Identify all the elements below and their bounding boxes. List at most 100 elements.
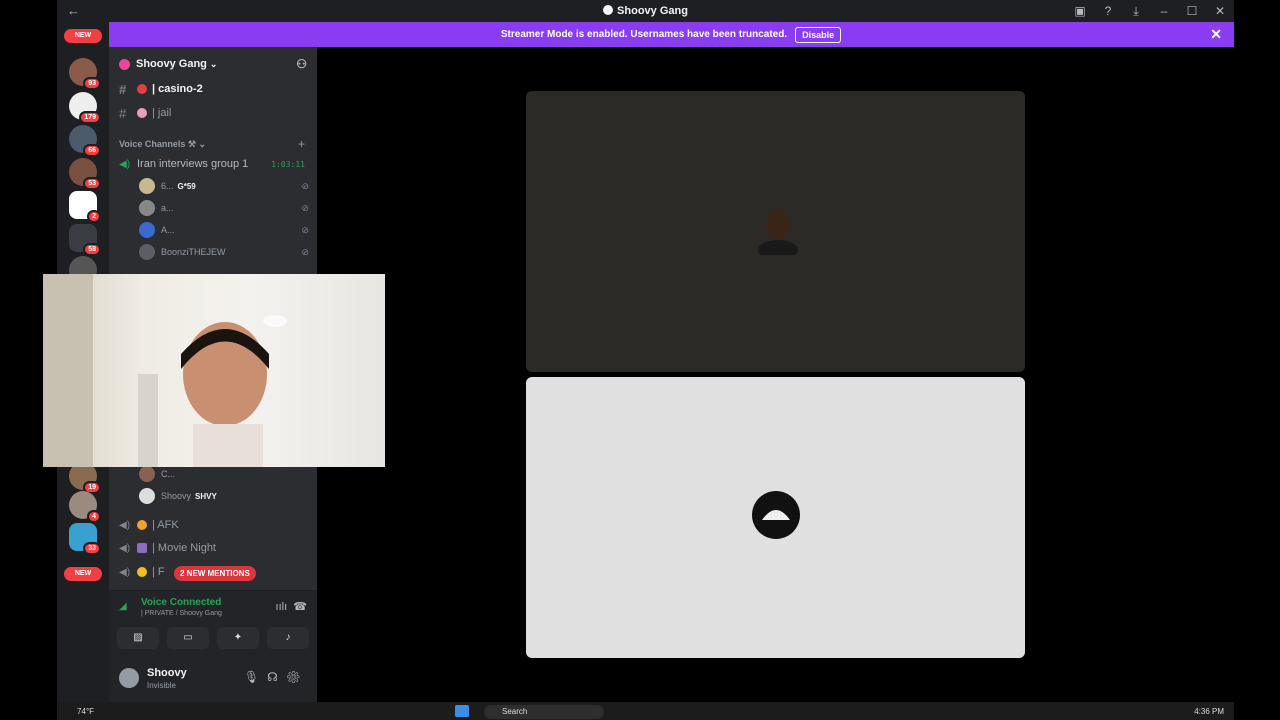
- hash-icon: #: [119, 81, 127, 97]
- noise-suppression-icon[interactable]: ıılı: [276, 601, 288, 613]
- taskbar-clock[interactable]: 4:36 PM: [1194, 707, 1224, 716]
- title-bar: ← Shoovy Gang ▣ ? ⤓ – ☐ ✕: [57, 0, 1234, 22]
- close-window-button[interactable]: ✕: [1206, 4, 1234, 18]
- avatar: [139, 244, 155, 260]
- minimize-button[interactable]: –: [1150, 4, 1178, 18]
- new-mentions-pill[interactable]: 2 NEW MENTIONS: [174, 566, 256, 581]
- voice-connected-label[interactable]: Voice Connected: [141, 597, 221, 608]
- mic-muted-icon: ⊘: [301, 224, 309, 235]
- gear-icon[interactable]: ⚙: [286, 670, 309, 684]
- mention-badge: 53: [83, 177, 101, 190]
- user-name: a...: [161, 203, 174, 213]
- voice-user[interactable]: a... ⊘: [139, 199, 309, 217]
- channel-emoji-icon: [137, 520, 147, 530]
- mention-badge: 66: [83, 144, 101, 157]
- invite-people-icon[interactable]: ⚇: [296, 57, 307, 71]
- screen-share-icon[interactable]: ▣: [1066, 4, 1094, 18]
- window-title-text: Shoovy Gang: [617, 5, 688, 17]
- taskbar-search[interactable]: Search: [484, 705, 604, 719]
- mention-badge: 2: [87, 210, 101, 223]
- channel-emoji-icon: [137, 543, 147, 553]
- avatar[interactable]: [119, 668, 139, 688]
- voice-channel-movie-night[interactable]: ◀) | Movie Night: [119, 538, 309, 558]
- mention-badge: 58: [83, 243, 101, 256]
- new-unread-pill[interactable]: NEW: [64, 29, 102, 43]
- user-panel-name[interactable]: Shoovy: [147, 667, 187, 679]
- channel-jail[interactable]: # | jail: [119, 103, 309, 123]
- user-name: C...: [161, 469, 176, 479]
- voice-channel-label: | Movie Night: [152, 542, 216, 554]
- avatar: [139, 222, 155, 238]
- bell-icon: [137, 567, 147, 577]
- streamer-mode-banner: Streamer Mode is enabled. Usernames have…: [108, 22, 1234, 47]
- voice-header-label: Voice Channels: [119, 139, 186, 149]
- server-icon-5[interactable]: 2: [69, 191, 101, 223]
- avatar: [139, 466, 155, 482]
- channel-label: | jail: [152, 107, 172, 119]
- server-icon-10[interactable]: 33: [69, 523, 101, 555]
- server-icon: [603, 5, 614, 15]
- voice-channels-header[interactable]: Voice Channels ⚒ ⌄: [119, 139, 206, 150]
- user-name: 6...: [161, 181, 174, 191]
- server-icon-3[interactable]: 66: [69, 125, 101, 157]
- chevron-down-icon: ⌄: [198, 139, 207, 149]
- maximize-button[interactable]: ☐: [1178, 4, 1206, 18]
- hash-icon: #: [119, 105, 127, 121]
- avatar: [139, 178, 155, 194]
- soundboard-button[interactable]: ♪: [267, 627, 309, 649]
- webcam-overlay: [43, 274, 385, 467]
- server-icon-4[interactable]: 53: [69, 158, 101, 190]
- channel-emoji-icon: [137, 84, 147, 94]
- close-banner-icon[interactable]: ✕: [1210, 26, 1222, 43]
- avatar: [139, 488, 155, 504]
- voice-user[interactable]: Shoovy SHVY: [139, 487, 309, 505]
- start-icon[interactable]: [455, 705, 469, 717]
- participant-avatar: [758, 210, 798, 255]
- mic-muted-icon: ⊘: [301, 180, 309, 191]
- chevron-down-icon: ⌄: [209, 58, 218, 69]
- server-header[interactable]: Shoovy Gang ⌄ ⚇: [109, 47, 317, 81]
- voice-user[interactable]: BoonziTHEJEW ⊘: [139, 243, 309, 261]
- weather-widget[interactable]: 74°F: [77, 707, 94, 716]
- download-icon[interactable]: ⤓: [1122, 4, 1150, 19]
- new-unread-pill-bottom[interactable]: NEW: [64, 567, 102, 581]
- server-icon-9[interactable]: 4: [69, 491, 101, 523]
- channel-casino-2[interactable]: # | casino-2: [119, 79, 309, 99]
- create-channel-icon[interactable]: +: [298, 137, 305, 151]
- voice-channel-label: Iran interviews group 1: [137, 158, 249, 170]
- server-icon-2[interactable]: 179: [69, 92, 101, 124]
- voice-user[interactable]: C...: [139, 465, 309, 483]
- mic-muted-icon: ⊘: [301, 246, 309, 257]
- activities-button[interactable]: ✦: [217, 627, 259, 649]
- server-icon-1[interactable]: 93: [69, 58, 101, 90]
- voice-connection-panel: ◢ Voice Connected | PRIVATE / Shoovy Gan…: [109, 590, 317, 655]
- voice-user[interactable]: A... ⊘: [139, 221, 309, 239]
- os-taskbar: 74°F Search 4:36 PM: [57, 702, 1234, 720]
- speaker-icon: ◀): [119, 566, 131, 578]
- user-name: Shoovy: [161, 491, 192, 501]
- call-timer: 1:03:11: [271, 160, 305, 169]
- user-tag: SHVY: [195, 491, 217, 501]
- user-tag: G*59: [177, 181, 196, 191]
- voice-location-label[interactable]: | PRIVATE / Shoovy Gang: [141, 610, 222, 617]
- voice-user[interactable]: 6... G*59 ⊘: [139, 177, 309, 195]
- mention-badge: 93: [83, 77, 101, 90]
- help-icon[interactable]: ?: [1094, 4, 1122, 18]
- share-screen-button[interactable]: ▭: [167, 627, 209, 649]
- user-name: A...: [161, 225, 175, 235]
- camera-off-button[interactable]: ▨: [117, 627, 159, 649]
- server-emblem-icon: [119, 58, 130, 70]
- disable-streamer-button[interactable]: Disable: [795, 26, 842, 43]
- mention-badge: 179: [79, 111, 101, 124]
- voice-channel-afk[interactable]: ◀) | AFK: [119, 515, 309, 535]
- server-logo-icon: [752, 491, 800, 539]
- headphones-icon[interactable]: ☊: [267, 670, 286, 684]
- server-icon-6[interactable]: 58: [69, 224, 101, 256]
- voice-channel-label: | AFK: [152, 519, 179, 531]
- microphone-icon[interactable]: 🎙: [244, 670, 267, 684]
- server-name: Shoovy Gang: [136, 58, 207, 70]
- window-title: Shoovy Gang: [57, 5, 1234, 17]
- mic-muted-icon: ⊘: [301, 202, 309, 213]
- disconnect-icon[interactable]: ☎: [293, 601, 307, 613]
- mention-badge: 33: [83, 542, 101, 555]
